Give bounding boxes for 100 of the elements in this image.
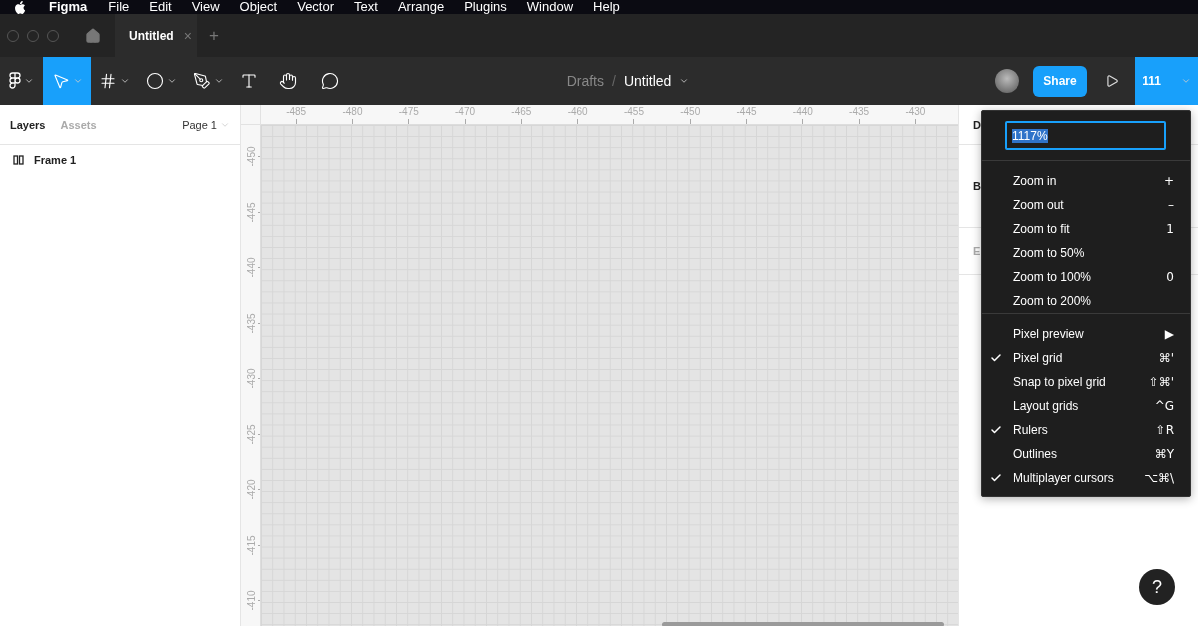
shortcut-label: 1 bbox=[1166, 222, 1174, 236]
menu-option[interactable]: Zoom to 200% bbox=[982, 289, 1190, 313]
menu-item[interactable]: Window bbox=[526, 0, 574, 14]
caret-icon bbox=[24, 76, 34, 86]
panel-tab[interactable]: Layers bbox=[10, 118, 46, 131]
ruler-label: -415 bbox=[245, 535, 257, 556]
option-label: Layout grids bbox=[1013, 399, 1080, 413]
menu-option[interactable]: Zoom to 50% bbox=[982, 241, 1190, 265]
zoom-input[interactable]: 1117% bbox=[1005, 121, 1166, 150]
caret-icon bbox=[1180, 76, 1191, 86]
breadcrumb-separator: / bbox=[612, 73, 616, 89]
menu-item[interactable]: Object bbox=[239, 0, 278, 14]
hand-icon bbox=[279, 72, 297, 90]
option-label: Pixel preview bbox=[1013, 327, 1085, 341]
menu-option[interactable]: Pixel preview ▶ bbox=[982, 322, 1190, 346]
shortcut-label: 0 bbox=[1166, 270, 1174, 284]
menu-option[interactable]: Zoom to 100% 0 bbox=[982, 265, 1190, 289]
option-label: Snap to pixel grid bbox=[1013, 375, 1107, 389]
ruler-label: -430 bbox=[905, 106, 926, 117]
menu-item[interactable]: Help bbox=[593, 0, 620, 14]
shortcut-label: ⇧⌘' bbox=[1148, 375, 1174, 389]
menu-option[interactable]: Zoom out – bbox=[982, 193, 1190, 217]
menu-item[interactable]: File bbox=[108, 0, 130, 14]
folder-link[interactable]: Drafts bbox=[566, 73, 604, 89]
ruler-label: -440 bbox=[245, 257, 257, 278]
section-label: B bbox=[973, 180, 981, 192]
shortcut-label: ⌘' bbox=[1158, 351, 1174, 365]
ruler-label: -450 bbox=[680, 106, 701, 117]
layer-name[interactable]: Frame 1 bbox=[34, 154, 77, 166]
shortcut-label: + bbox=[1163, 174, 1174, 188]
frame-icon bbox=[98, 72, 117, 90]
ruler-label: -445 bbox=[736, 106, 757, 117]
file-tab[interactable]: Untitled × bbox=[115, 14, 197, 57]
caret-icon bbox=[679, 76, 690, 86]
scrollbar[interactable] bbox=[662, 621, 944, 626]
ruler-label: -465 bbox=[511, 106, 532, 117]
menu-option[interactable]: Outlines ⌘Y bbox=[982, 442, 1190, 466]
menu-item[interactable]: Plugins bbox=[464, 0, 507, 14]
shortcut-label: ^G bbox=[1154, 399, 1174, 413]
section-label: D bbox=[973, 118, 981, 131]
ruler-label: -445 bbox=[245, 202, 257, 223]
option-label: Zoom to 100% bbox=[1013, 270, 1093, 284]
option-label: Rulers bbox=[1013, 423, 1049, 437]
option-label: Zoom out bbox=[1013, 198, 1065, 212]
present-icon[interactable] bbox=[1105, 74, 1119, 88]
figma-logo-icon bbox=[9, 72, 21, 90]
ruler-label: -435 bbox=[849, 106, 870, 117]
menu-item[interactable]: Arrange bbox=[397, 0, 445, 14]
text-tool-icon bbox=[240, 72, 258, 90]
caret-icon bbox=[72, 76, 83, 86]
option-label: Multiplayer cursors bbox=[1013, 471, 1115, 485]
caret-icon bbox=[119, 76, 130, 86]
ruler-label: -440 bbox=[792, 106, 813, 117]
option-label: Zoom in bbox=[1013, 174, 1058, 188]
ruler-label: -460 bbox=[567, 106, 588, 117]
menu-item[interactable]: Edit bbox=[149, 0, 172, 14]
frame-layer-icon bbox=[13, 155, 24, 165]
pen-icon bbox=[192, 72, 211, 90]
menu-option[interactable]: Rulers ⇧R bbox=[982, 418, 1190, 442]
option-label: Pixel grid bbox=[1013, 351, 1064, 365]
caret-icon bbox=[213, 76, 224, 86]
menu-option[interactable]: Layout grids ^G bbox=[982, 394, 1190, 418]
shortcut-label: – bbox=[1168, 198, 1174, 212]
app-menu[interactable]: Figma bbox=[49, 0, 88, 14]
menu-item[interactable]: View bbox=[191, 0, 220, 14]
option-label: Zoom to 200% bbox=[1013, 294, 1093, 308]
section-label: E bbox=[973, 245, 981, 257]
file-name[interactable]: Untitled bbox=[623, 73, 672, 89]
option-label: Zoom to 50% bbox=[1013, 246, 1086, 260]
menu-option[interactable]: Multiplayer cursors ⌥⌘\ bbox=[982, 466, 1190, 490]
ruler-label: -485 bbox=[286, 106, 307, 117]
menu-option[interactable]: Zoom to fit 1 bbox=[982, 217, 1190, 241]
ruler-label: -435 bbox=[245, 313, 257, 334]
menu-option[interactable]: Pixel grid ⌘' bbox=[982, 346, 1190, 370]
option-label: Outlines bbox=[1013, 447, 1059, 461]
ruler-label: -480 bbox=[342, 106, 363, 117]
avatar[interactable] bbox=[995, 69, 1019, 93]
shortcut-label: ⌥⌘\ bbox=[1144, 471, 1174, 485]
option-label: Zoom to fit bbox=[1013, 222, 1071, 236]
shortcut-label: ⇧R bbox=[1155, 423, 1174, 437]
page-selector[interactable]: Page 1 bbox=[182, 118, 230, 131]
ruler-label: -420 bbox=[245, 479, 257, 500]
ruler-label: -410 bbox=[245, 590, 257, 611]
menu-item[interactable]: Text bbox=[354, 0, 378, 14]
pointer-icon bbox=[51, 72, 70, 90]
menu-option[interactable]: Zoom in + bbox=[982, 169, 1190, 193]
menu-item[interactable]: Vector bbox=[297, 0, 335, 14]
menu-option[interactable]: Snap to pixel grid ⇧⌘' bbox=[982, 370, 1190, 394]
apple-icon[interactable] bbox=[14, 0, 26, 14]
ruler-label: -470 bbox=[455, 106, 476, 117]
ruler-label: -450 bbox=[245, 146, 257, 167]
shortcut-label: ⌘Y bbox=[1154, 447, 1174, 461]
ruler-label: -425 bbox=[245, 424, 257, 445]
tab-label: Untitled bbox=[129, 28, 174, 43]
ruler-label: -455 bbox=[623, 106, 644, 117]
comment-icon bbox=[321, 72, 339, 90]
home-icon[interactable] bbox=[85, 27, 101, 44]
shortcut-label: ▶ bbox=[1164, 327, 1174, 341]
ruler-label: -475 bbox=[398, 106, 419, 117]
caret-icon bbox=[166, 76, 177, 86]
